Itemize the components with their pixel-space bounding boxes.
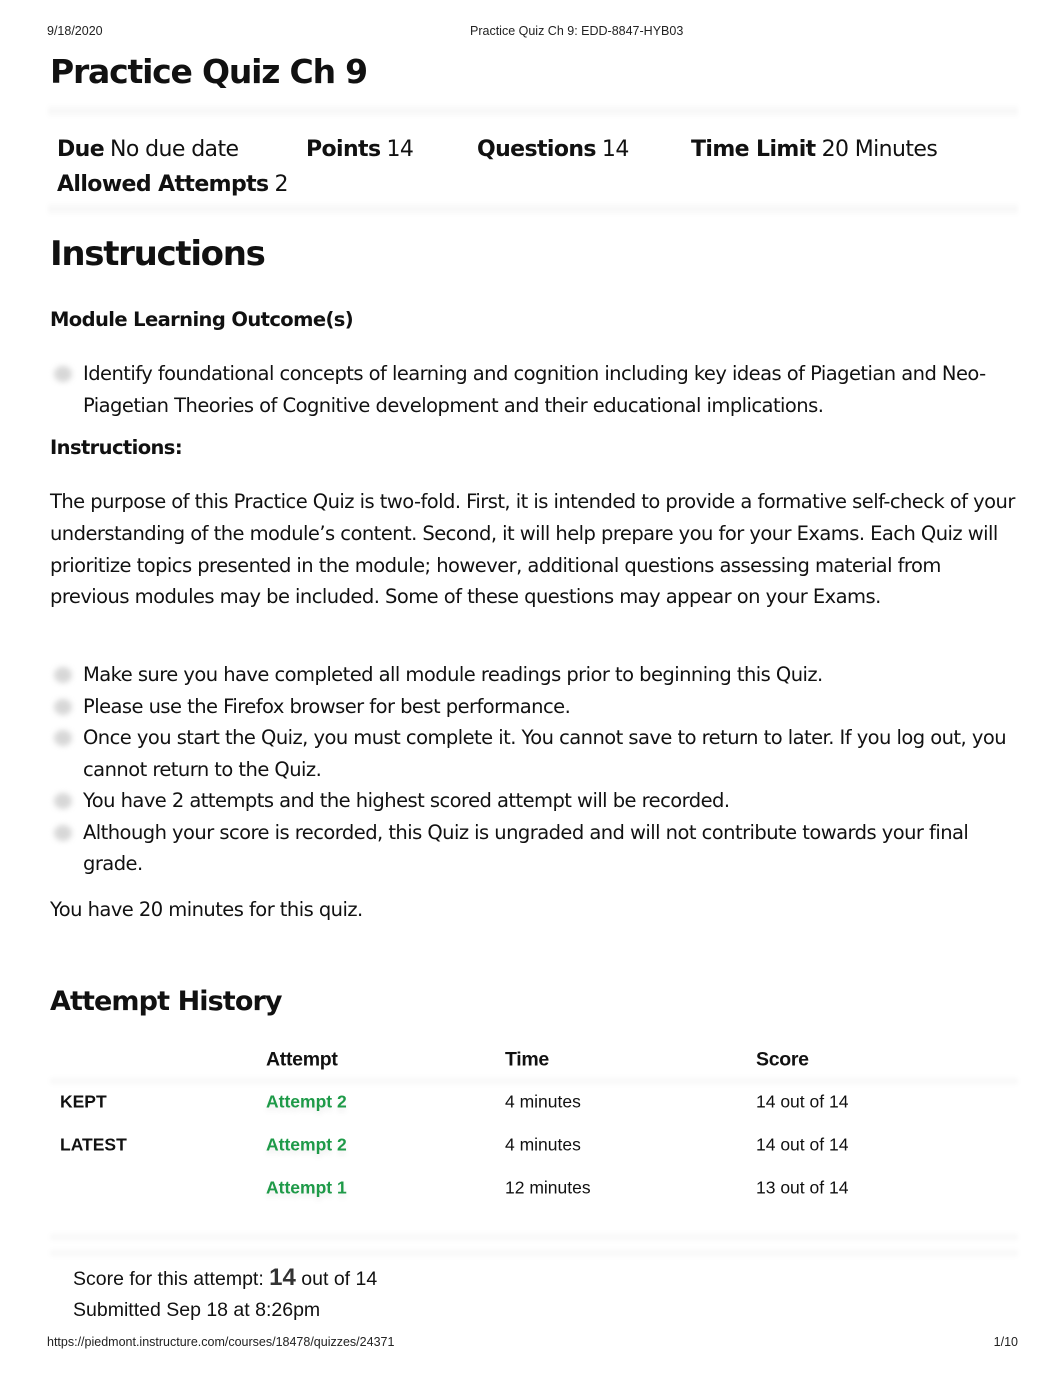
questions-info: Questions 14 [477, 132, 691, 167]
allowed-attempts-info: Allowed Attempts 2 [57, 167, 289, 202]
quiz-details: Due No due date Points 14 Questions 14 Time… [57, 132, 1007, 202]
submitted-line: Submitted Sep 18 at 8:26pm [73, 1299, 321, 1321]
print-date: 9/18/2020 [47, 24, 103, 38]
table-row: Attempt 1 12 minutes 13 out of 14 [50, 1166, 1018, 1209]
questions-label: Questions [477, 137, 597, 162]
bullet-icon [54, 698, 72, 715]
rule-text: You have 2 attempts and the highest scor… [83, 789, 730, 812]
list-item: Although your score is recorded, this Qu… [50, 817, 1025, 880]
table-row: KEPT Attempt 2 4 minutes 14 out of 14 [50, 1080, 1018, 1123]
divider [48, 202, 1018, 216]
print-page-title: Practice Quiz Ch 9: EDD-8847-HYB03 [470, 24, 684, 38]
bullet-icon [54, 793, 72, 809]
table-bottom-border [50, 1248, 1018, 1258]
column-header-score: Score [756, 1048, 809, 1071]
instructions-subheading: Instructions: [50, 436, 183, 459]
allowed-attempts-value: 2 [274, 172, 289, 197]
bullet-icon [54, 824, 72, 841]
learning-outcomes-heading: Module Learning Outcome(s) [50, 308, 354, 331]
instructions-heading: Instructions [50, 234, 266, 274]
score-summary: Score for this attempt: 14 out of 14 Sub… [73, 1262, 377, 1326]
attempt-link[interactable]: Attempt 2 [266, 1091, 347, 1112]
time-note: You have 20 minutes for this quiz. [50, 898, 363, 921]
divider [48, 104, 1018, 118]
column-header-attempt: Attempt [266, 1048, 338, 1071]
rule-text: Make sure you have completed all module … [83, 663, 823, 686]
time-limit-value: 20 Minutes [821, 137, 938, 162]
bullet-icon [54, 730, 72, 746]
points-label: Points [306, 137, 381, 162]
print-header: 9/18/2020 Practice Quiz Ch 9: EDD-8847-H… [0, 24, 1062, 40]
attempt-history-heading: Attempt History [50, 986, 282, 1017]
rule-text: Please use the Firefox browser for best … [83, 694, 571, 718]
attempt-status-label: KEPT [60, 1091, 107, 1111]
attempt-history-table: Attempt Time Score KEPT Attempt 2 4 minu… [50, 1040, 1018, 1258]
due-info: Due No due date [57, 132, 306, 167]
column-header-time: Time [505, 1048, 549, 1071]
time-limit-label: Time Limit [691, 137, 816, 162]
page-url: https://piedmont.instructure.com/courses… [47, 1335, 395, 1349]
due-label: Due [57, 137, 105, 162]
page-title: Practice Quiz Ch 9 [50, 52, 368, 91]
attempt-status-label: LATEST [60, 1134, 127, 1154]
learning-outcomes-list: Identify foundational concepts of learni… [50, 358, 1025, 422]
score-line: Score for this attempt: 14 out of 14 [73, 1262, 377, 1294]
due-value: No due date [110, 137, 239, 162]
attempt-link[interactable]: Attempt 1 [266, 1177, 347, 1198]
allowed-attempts-label: Allowed Attempts [57, 172, 269, 197]
questions-value: 14 [601, 137, 629, 162]
list-item: Identify foundational concepts of learni… [50, 358, 1025, 422]
time-limit-info: Time Limit 20 Minutes [691, 132, 938, 167]
page-number: 1/10 [993, 1335, 1018, 1349]
table-header-row: Attempt Time Score [50, 1040, 1018, 1086]
row-divider [50, 1232, 1018, 1242]
rule-text: Once you start the Quiz, you must comple… [83, 726, 1007, 781]
attempt-score: 14 out of 14 [756, 1134, 849, 1154]
attempt-time: 4 minutes [505, 1091, 581, 1111]
attempt-time: 12 minutes [505, 1177, 591, 1197]
quiz-rules-list: Make sure you have completed all module … [50, 659, 1025, 880]
attempt-score: 14 out of 14 [756, 1091, 849, 1111]
purpose-paragraph: The purpose of this Practice Quiz is two… [50, 490, 1015, 609]
bullet-icon [54, 667, 72, 683]
list-item: Once you start the Quiz, you must comple… [50, 722, 1025, 785]
attempt-score: 13 out of 14 [756, 1177, 849, 1197]
score-suffix: out of 14 [301, 1268, 378, 1290]
score-prefix: Score for this attempt: [73, 1268, 264, 1290]
bullet-icon [54, 366, 72, 382]
table-row: LATEST Attempt 2 4 minutes 14 out of 14 [50, 1123, 1018, 1166]
points-info: Points 14 [306, 132, 477, 167]
print-footer: https://piedmont.instructure.com/courses… [0, 1335, 1062, 1351]
attempt-link[interactable]: Attempt 2 [266, 1134, 347, 1155]
list-item: You have 2 attempts and the highest scor… [50, 785, 1025, 817]
list-item: Please use the Firefox browser for best … [50, 691, 1025, 723]
rule-text: Although your score is recorded, this Qu… [83, 820, 969, 876]
outcome-text: Identify foundational concepts of learni… [83, 362, 986, 417]
attempt-time: 4 minutes [505, 1134, 581, 1154]
points-value: 14 [386, 137, 414, 162]
list-item: Make sure you have completed all module … [50, 659, 1025, 691]
score-value: 14 [269, 1264, 296, 1291]
